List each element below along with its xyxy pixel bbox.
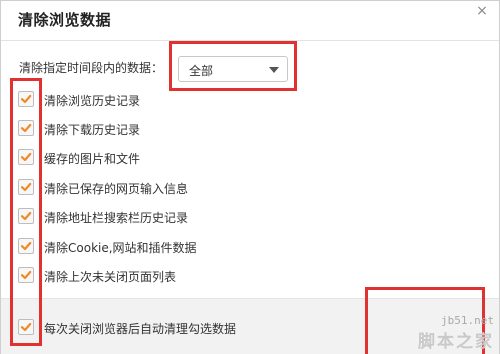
dialog-titlebar: 清除浏览数据 × bbox=[1, 1, 499, 41]
watermark: jb51.net 脚本之家 bbox=[418, 314, 494, 352]
watermark-name: 脚本之家 bbox=[418, 332, 494, 352]
option-label: 缓存的图片和文件 bbox=[44, 152, 141, 166]
time-range-label: 清除指定时间段内的数据： bbox=[19, 61, 164, 75]
option-label: 清除已保存的网页输入信息 bbox=[44, 182, 189, 196]
annotation-box-checkboxes bbox=[10, 78, 42, 346]
option-label: 每次关闭浏览器后自动清理勾选数据 bbox=[44, 322, 237, 336]
option-label: 清除地址栏搜索栏历史记录 bbox=[44, 211, 189, 225]
annotation-box-dropdown bbox=[169, 41, 297, 91]
option-label: 清除浏览历史记录 bbox=[44, 94, 141, 108]
close-icon[interactable]: × bbox=[475, 4, 489, 18]
option-label: 清除下载历史记录 bbox=[44, 123, 141, 137]
option-label: 清除上次未关闭页面列表 bbox=[44, 270, 177, 284]
watermark-url: jb51.net bbox=[441, 314, 494, 327]
option-label: 清除Cookie,网站和插件数据 bbox=[44, 241, 197, 255]
dialog-title: 清除浏览数据 bbox=[18, 11, 112, 29]
